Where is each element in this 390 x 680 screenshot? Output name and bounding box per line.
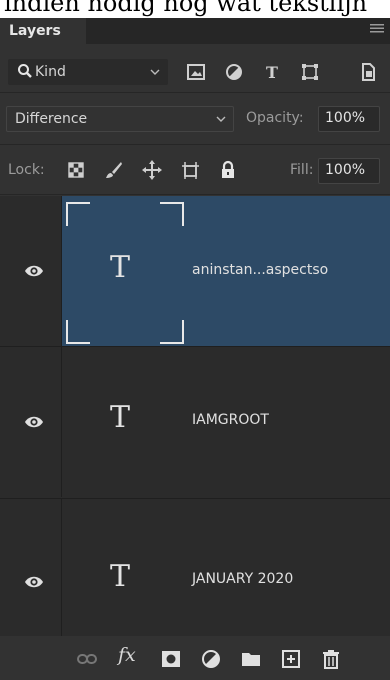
panel-menu-icon[interactable] (370, 22, 384, 36)
layer-name[interactable]: IAMGROOT (192, 412, 269, 428)
visibility-column (0, 499, 62, 636)
layer-name[interactable]: aninstan...aspectso (192, 262, 328, 278)
opacity-input[interactable]: 100% (318, 106, 380, 132)
eye-icon[interactable] (24, 574, 44, 590)
type-layer-icon: T (110, 400, 131, 435)
blend-mode-label: Difference (15, 111, 88, 127)
opacity-label: Opacity: (246, 110, 304, 126)
thumbnail-corner (66, 320, 90, 344)
divider (0, 194, 390, 195)
filter-kind-dropdown[interactable]: Kind (8, 59, 168, 85)
layers-footer: fx (0, 636, 390, 680)
thumbnail-corner (66, 202, 90, 226)
tab-layers[interactable]: Layers (0, 18, 86, 44)
layer-name[interactable]: JANUARY 2020 (192, 571, 293, 587)
thumbnail-corner (160, 320, 184, 344)
lock-label: Lock: (8, 162, 45, 178)
type-layer-icon: T (110, 559, 131, 594)
svg-text:T: T (266, 63, 278, 82)
document-text-fragment: indien nodig nog wat tekstlijn (0, 0, 390, 18)
search-icon (18, 64, 32, 78)
panel-tab-bar: Layers (0, 18, 390, 44)
thumbnail-corner (160, 202, 184, 226)
visibility-column (0, 196, 62, 346)
eye-icon[interactable] (24, 263, 44, 279)
fx-icon[interactable]: fx (118, 644, 140, 666)
chevron-down-icon (150, 69, 160, 75)
folder-icon[interactable] (240, 648, 262, 670)
new-layer-icon[interactable] (280, 648, 302, 670)
layer-mask-icon[interactable] (160, 648, 182, 670)
layers-list: T aninstan...aspectso T IAMGROOT T JANUA… (0, 196, 390, 636)
eye-icon[interactable] (24, 414, 44, 430)
blend-mode-dropdown[interactable]: Difference (6, 106, 234, 132)
layer-row[interactable]: T IAMGROOT (0, 347, 390, 497)
shape-filter-icon[interactable] (300, 62, 320, 82)
adjustment-layer-icon[interactable] (200, 648, 222, 670)
trash-icon[interactable] (320, 648, 342, 670)
blend-row: Difference Opacity: 100% (0, 98, 390, 140)
lock-row: Lock: Fill: 100% (0, 150, 390, 192)
smart-object-filter-icon[interactable] (358, 62, 378, 82)
lock-position-icon[interactable] (142, 160, 162, 180)
fill-input[interactable]: 100% (318, 158, 380, 184)
adjustment-filter-icon[interactable] (224, 62, 244, 82)
filter-kind-label: Kind (35, 64, 66, 80)
divider (0, 92, 390, 93)
lock-image-pixels-icon[interactable] (104, 160, 124, 180)
layer-row[interactable]: T JANUARY 2020 (0, 499, 390, 636)
layer-filter-row: Kind T (0, 54, 390, 90)
link-layers-icon[interactable] (76, 648, 98, 670)
layer-row[interactable]: T aninstan...aspectso (0, 196, 390, 346)
chevron-down-icon (216, 116, 226, 122)
lock-all-icon[interactable] (218, 160, 238, 180)
fill-label: Fill: (290, 162, 314, 178)
type-layer-icon: T (110, 250, 131, 285)
lock-transparent-pixels-icon[interactable] (66, 160, 86, 180)
lock-artboard-icon[interactable] (180, 160, 200, 180)
type-filter-icon[interactable]: T (262, 62, 282, 82)
divider (0, 144, 390, 145)
image-filter-icon[interactable] (186, 62, 206, 82)
visibility-column (0, 347, 62, 497)
